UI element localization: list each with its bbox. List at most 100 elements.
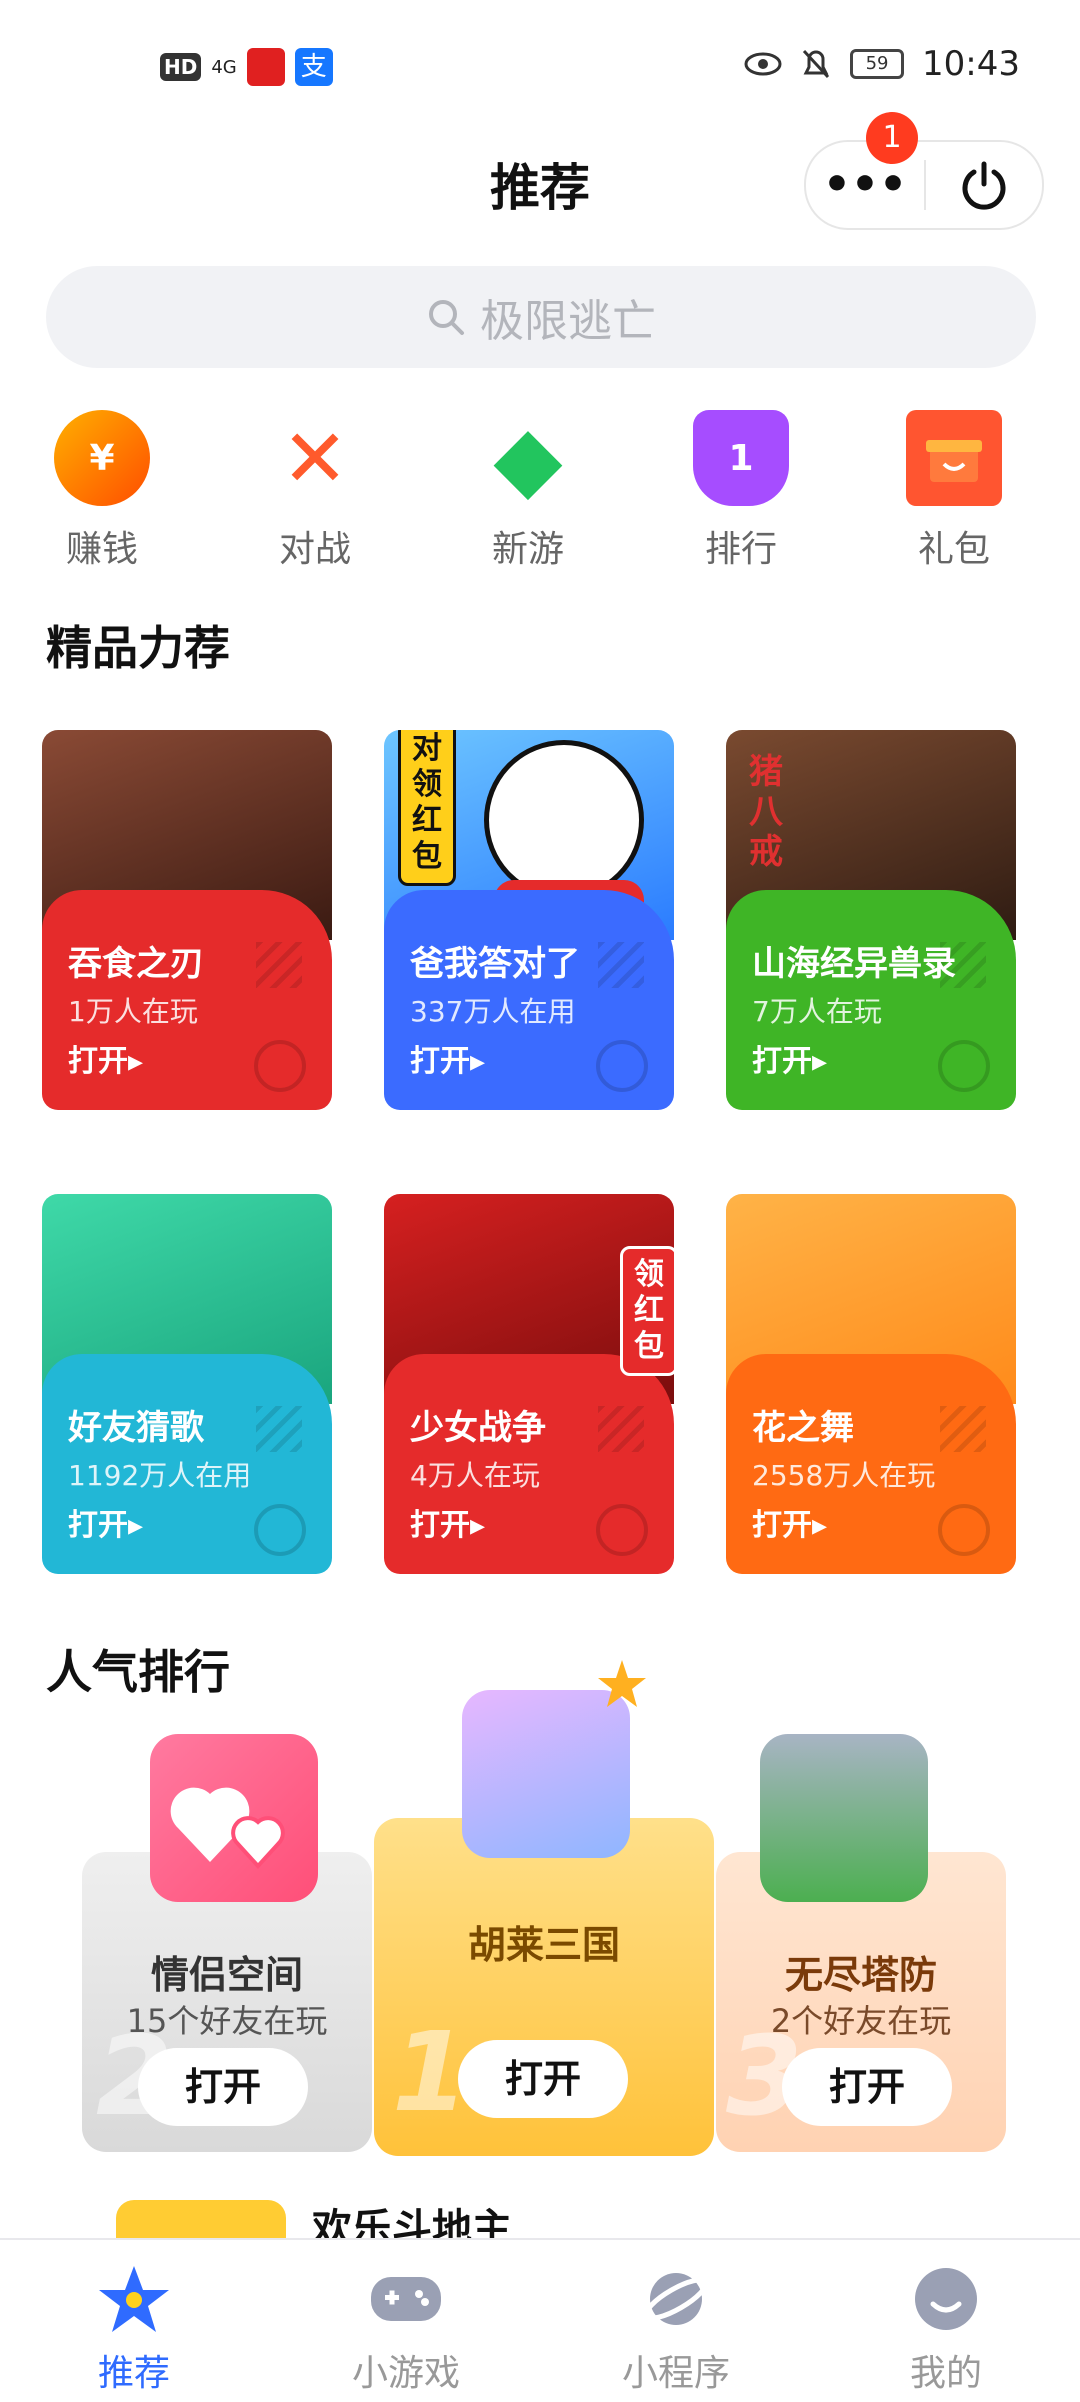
open-button[interactable]: 打开▸ bbox=[752, 1500, 827, 1544]
open-button[interactable]: 打开▸ bbox=[68, 1500, 143, 1544]
quick-action-new-games[interactable]: ◆ 新游 bbox=[448, 405, 608, 572]
trophy-icon: 1 bbox=[693, 410, 789, 506]
clock: 10:43 bbox=[922, 44, 1020, 84]
quick-action-label: 对战 bbox=[278, 529, 351, 570]
quick-action-earn[interactable]: ¥ 赚钱 bbox=[22, 410, 182, 572]
open-button[interactable]: 打开▸ bbox=[410, 1500, 485, 1544]
promo-tag: 答对领红包 bbox=[398, 730, 456, 886]
planet-icon bbox=[639, 2264, 713, 2334]
quick-action-battle[interactable]: ✕ 对战 bbox=[235, 410, 395, 572]
planet-decoration-icon bbox=[596, 1040, 648, 1092]
status-left-icons: HD 4G 支 bbox=[160, 48, 333, 86]
planet-decoration-icon bbox=[254, 1504, 306, 1556]
close-button[interactable] bbox=[926, 142, 1042, 228]
quick-action-gift[interactable]: 礼包 bbox=[874, 410, 1034, 572]
diamond-icon: ◆ bbox=[493, 405, 563, 511]
quick-action-ranking[interactable]: 1 排行 bbox=[661, 410, 821, 572]
gamepad-icon bbox=[369, 2264, 443, 2334]
battle-icon: ✕ bbox=[281, 411, 349, 505]
game-card[interactable]: 猪八戒 山海经异兽录 7万人在玩 打开▸ bbox=[726, 730, 1016, 1110]
game-title: 花之舞 bbox=[752, 1408, 854, 1448]
status-right-icons: 59 10:43 bbox=[744, 44, 1020, 84]
quick-action-label: 礼包 bbox=[917, 529, 990, 570]
gift-icon bbox=[906, 410, 1002, 506]
tab-mini-games[interactable]: 小游戏 bbox=[306, 2240, 506, 2396]
player-count: 2558万人在玩 bbox=[752, 1459, 936, 1492]
card-decoration bbox=[256, 1406, 302, 1452]
quick-action-label: 赚钱 bbox=[65, 529, 138, 570]
rank-game-name: 情侣空间 bbox=[150, 1953, 303, 1997]
game-title: 山海经异兽录 bbox=[752, 944, 956, 984]
eye-icon bbox=[744, 52, 782, 76]
player-count: 1192万人在用 bbox=[68, 1459, 252, 1492]
tab-recommend[interactable]: 推荐 bbox=[34, 2240, 234, 2396]
status-bar: HD 4G 支 59 10:43 bbox=[0, 0, 1080, 130]
planet-decoration-icon bbox=[596, 1504, 648, 1556]
open-button[interactable]: 打开▸ bbox=[68, 1036, 143, 1080]
rank-open-button[interactable]: 打开 bbox=[458, 2040, 628, 2118]
game-title: 少女战争 bbox=[410, 1408, 546, 1448]
alipay-notification-icon: 支 bbox=[294, 48, 333, 86]
card-decoration bbox=[598, 942, 644, 988]
tab-label: 小程序 bbox=[621, 2353, 730, 2394]
search-placeholder: 极限逃亡 bbox=[480, 296, 656, 347]
rank-game-name: 胡莱三国 bbox=[467, 1923, 620, 1967]
bottom-tab-bar: 推荐 小游戏 小程序 我的 bbox=[0, 2238, 1080, 2402]
player-count: 4万人在玩 bbox=[410, 1459, 540, 1492]
app-icon-hulai-sanguo[interactable] bbox=[462, 1690, 630, 1858]
rank-podium-1: 1 胡莱三国 打开 bbox=[374, 1818, 714, 2156]
game-card[interactable]: 花之舞 2558万人在玩 打开▸ bbox=[726, 1194, 1016, 1574]
game-title: 好友猜歌 bbox=[68, 1408, 204, 1448]
card-decoration bbox=[940, 1406, 986, 1452]
quick-action-label: 排行 bbox=[704, 529, 777, 570]
bell-muted-icon bbox=[802, 49, 830, 79]
player-count: 7万人在玩 bbox=[752, 995, 882, 1028]
power-icon bbox=[962, 161, 1006, 210]
rank-open-button[interactable]: 打开 bbox=[782, 2048, 952, 2126]
character-tag: 猪八戒 bbox=[749, 752, 783, 872]
quick-action-label: 新游 bbox=[491, 529, 564, 570]
rank-game-name: 无尽塔防 bbox=[784, 1953, 937, 1997]
rank-friends-count: 15个好友在玩 bbox=[126, 2002, 328, 2040]
tab-label: 我的 bbox=[909, 2353, 982, 2394]
game-card[interactable]: 领红包 少女战争 4万人在玩 打开▸ bbox=[384, 1194, 674, 1574]
app-icon-couple-space[interactable] bbox=[150, 1734, 318, 1902]
red-packet-tag: 领红包 bbox=[620, 1246, 674, 1376]
game-card[interactable]: 答对领红包 爸我答对了 337万人在用 打开▸ bbox=[384, 730, 674, 1110]
rank-open-button[interactable]: 打开 bbox=[138, 2048, 308, 2126]
signal-icon: 4G bbox=[211, 56, 237, 78]
crown-star-icon bbox=[598, 1660, 646, 1707]
player-count: 1万人在玩 bbox=[68, 995, 198, 1028]
star-icon bbox=[97, 2264, 171, 2334]
player-count: 337万人在用 bbox=[410, 995, 576, 1028]
planet-decoration-icon bbox=[938, 1504, 990, 1556]
quick-actions: ¥ 赚钱 ✕ 对战 ◆ 新游 1 排行 礼包 bbox=[0, 405, 1080, 572]
battery-icon: 59 bbox=[850, 49, 905, 79]
search-bar[interactable]: 极限逃亡 bbox=[46, 266, 1036, 368]
featured-section-title: 精品力荐 bbox=[46, 621, 230, 675]
hd-indicator: HD bbox=[160, 53, 202, 81]
game-card[interactable]: 好友猜歌 1192万人在用 打开▸ bbox=[42, 1194, 332, 1574]
tab-label: 小游戏 bbox=[351, 2353, 460, 2394]
game-title: 爸我答对了 bbox=[410, 944, 580, 984]
tab-label: 推荐 bbox=[97, 2353, 170, 2394]
coin-icon: ¥ bbox=[54, 410, 150, 506]
tab-mini-programs[interactable]: 小程序 bbox=[576, 2240, 776, 2396]
heart-icon bbox=[170, 1787, 285, 1869]
rank-friends-count: 2个好友在玩 bbox=[770, 2002, 952, 2040]
app-icon-endless-tower-defense[interactable] bbox=[760, 1734, 928, 1902]
notification-badge: 1 bbox=[866, 112, 918, 164]
search-icon bbox=[429, 300, 464, 335]
game-card[interactable]: 吞食之刃 1万人在玩 打开▸ bbox=[42, 730, 332, 1110]
capsule-menu: ••• bbox=[804, 140, 1044, 230]
planet-decoration-icon bbox=[254, 1040, 306, 1092]
card-decoration bbox=[256, 942, 302, 988]
ranking-section-title: 人气排行 bbox=[46, 1645, 230, 1699]
app-notification-icon bbox=[246, 48, 285, 86]
open-button[interactable]: 打开▸ bbox=[410, 1036, 485, 1080]
profile-icon bbox=[909, 2264, 983, 2334]
open-button[interactable]: 打开▸ bbox=[752, 1036, 827, 1080]
tab-profile[interactable]: 我的 bbox=[846, 2240, 1046, 2396]
card-decoration bbox=[598, 1406, 644, 1452]
game-title: 吞食之刃 bbox=[68, 944, 204, 984]
